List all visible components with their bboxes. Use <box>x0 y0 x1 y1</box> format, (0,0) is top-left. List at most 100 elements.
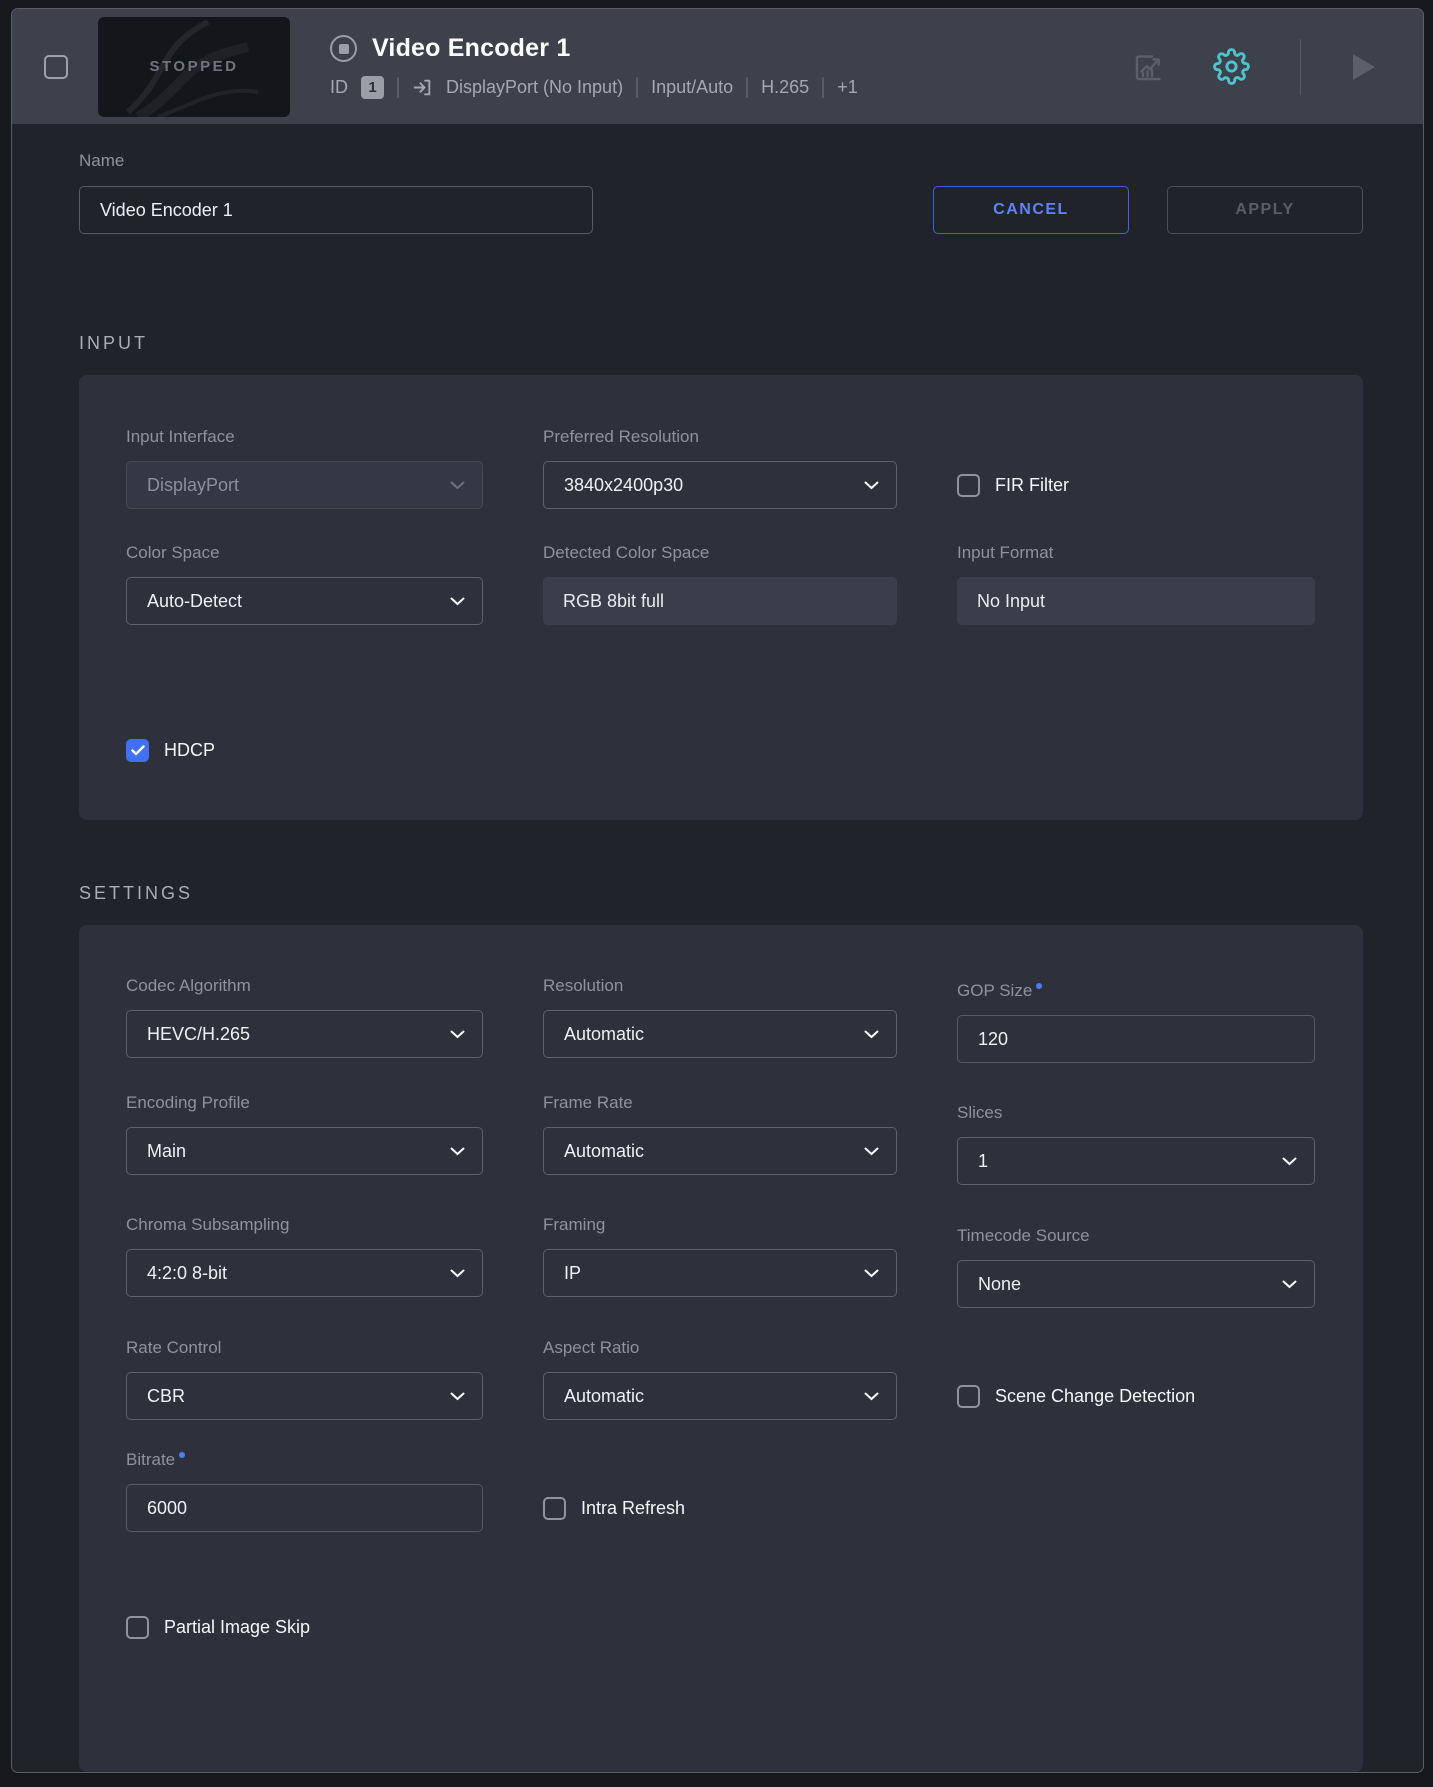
resolution-select[interactable]: Automatic <box>543 1010 897 1058</box>
status-badge: STOPPED <box>150 58 239 75</box>
slices-label: Slices <box>957 1103 1315 1123</box>
rate-control-select[interactable]: CBR <box>126 1372 483 1420</box>
codec-label: H.265 <box>761 77 809 98</box>
settings-card: Codec Algorithm HEVC/H.265 Resolution Au… <box>79 925 1363 1772</box>
timecode-source-select[interactable]: None <box>957 1260 1315 1308</box>
intra-refresh-checkbox[interactable] <box>543 1497 566 1520</box>
page-title: Video Encoder 1 <box>372 34 570 63</box>
input-interface-field: Input Interface DisplayPort <box>126 427 483 509</box>
rate-control-field: Rate Control CBR <box>126 1338 483 1420</box>
preferred-resolution-field: Preferred Resolution 3840x2400p30 <box>543 427 897 509</box>
name-label: Name <box>79 151 593 171</box>
gop-size-label: GOP Size <box>957 981 1315 1001</box>
input-format-label: Input Format <box>957 543 1315 563</box>
bitrate-label: Bitrate <box>126 1450 483 1470</box>
resolution-label: Resolution <box>543 976 897 996</box>
encoder-select-checkbox[interactable] <box>44 55 68 79</box>
input-format-field: Input Format No Input <box>957 543 1315 625</box>
partial-image-skip-field: Partial Image Skip <box>126 1616 1316 1639</box>
timecode-source-field: Timecode Source None <box>957 1226 1315 1308</box>
play-icon[interactable] <box>1353 54 1375 80</box>
meta-separator <box>822 77 824 98</box>
codec-algorithm-field: Codec Algorithm HEVC/H.265 <box>126 976 483 1058</box>
frame-rate-field: Frame Rate Automatic <box>543 1093 897 1175</box>
chevron-down-icon <box>450 1392 465 1401</box>
frame-rate-label: Frame Rate <box>543 1093 897 1113</box>
input-interface-label: Input Interface <box>126 427 483 447</box>
mode-label: Input/Auto <box>651 77 733 98</box>
stats-chart-icon[interactable] <box>1131 49 1167 85</box>
cancel-button[interactable]: CANCEL <box>933 186 1129 234</box>
frame-rate-select[interactable]: Automatic <box>543 1127 897 1175</box>
codec-algorithm-label: Codec Algorithm <box>126 976 483 996</box>
apply-button[interactable]: APPLY <box>1167 186 1363 234</box>
form-actions: CANCEL APPLY <box>933 186 1363 234</box>
hdcp-field: HDCP <box>126 739 1316 762</box>
detected-color-space-value: RGB 8bit full <box>543 577 897 625</box>
aspect-ratio-label: Aspect Ratio <box>543 1338 897 1358</box>
input-source-label: DisplayPort (No Input) <box>446 77 623 98</box>
partial-image-skip-label: Partial Image Skip <box>164 1617 310 1638</box>
bitrate-input[interactable] <box>126 1484 483 1532</box>
framing-label: Framing <box>543 1215 897 1235</box>
framing-select[interactable]: IP <box>543 1249 897 1297</box>
preferred-resolution-select[interactable]: 3840x2400p30 <box>543 461 897 509</box>
aspect-ratio-field: Aspect Ratio Automatic <box>543 1338 897 1420</box>
preferred-resolution-label: Preferred Resolution <box>543 427 897 447</box>
chevron-down-icon <box>864 1269 879 1278</box>
meta-separator <box>397 77 399 98</box>
encoding-profile-field: Encoding Profile Main <box>126 1093 483 1175</box>
scene-change-detection-field: Scene Change Detection <box>957 1385 1315 1408</box>
detected-color-space-label: Detected Color Space <box>543 543 897 563</box>
id-label: ID <box>330 77 348 98</box>
chevron-down-icon <box>450 1147 465 1156</box>
name-field-group: Name <box>79 151 593 234</box>
header-actions <box>1131 39 1375 95</box>
gop-size-input[interactable] <box>957 1015 1315 1063</box>
stop-circle-icon <box>330 35 357 62</box>
id-badge: 1 <box>361 76 384 99</box>
settings-section-title: SETTINGS <box>79 883 1423 904</box>
encoder-meta: ID 1 DisplayPort (No Input) Input/Auto H… <box>330 76 858 99</box>
framing-field: Framing IP <box>543 1215 897 1297</box>
chroma-subsampling-label: Chroma Subsampling <box>126 1215 483 1235</box>
color-space-label: Color Space <box>126 543 483 563</box>
preview-thumbnail: STOPPED <box>98 17 290 117</box>
resolution-field: Resolution Automatic <box>543 976 897 1058</box>
chroma-subsampling-select[interactable]: 4:2:0 8-bit <box>126 1249 483 1297</box>
chevron-down-icon <box>864 1147 879 1156</box>
meta-separator <box>746 77 748 98</box>
encoder-detail-panel: STOPPED Video Encoder 1 ID 1 DisplayPor <box>11 8 1424 1773</box>
hdcp-checkbox[interactable] <box>126 739 149 762</box>
color-space-field: Color Space Auto-Detect <box>126 543 483 625</box>
scene-change-detection-label: Scene Change Detection <box>995 1386 1195 1407</box>
chroma-subsampling-field: Chroma Subsampling 4:2:0 8-bit <box>126 1215 483 1297</box>
detected-color-space-field: Detected Color Space RGB 8bit full <box>543 543 897 625</box>
encoding-profile-select[interactable]: Main <box>126 1127 483 1175</box>
header-divider <box>1300 39 1301 95</box>
color-space-select[interactable]: Auto-Detect <box>126 577 483 625</box>
input-card: Input Interface DisplayPort Preferred Re… <box>79 375 1363 820</box>
chevron-down-icon <box>864 481 879 490</box>
chevron-down-icon <box>1282 1157 1297 1166</box>
modified-dot <box>179 1452 185 1458</box>
fir-filter-checkbox[interactable] <box>957 474 980 497</box>
intra-refresh-field: Intra Refresh <box>543 1497 897 1520</box>
rate-control-label: Rate Control <box>126 1338 483 1358</box>
scene-change-detection-checkbox[interactable] <box>957 1385 980 1408</box>
aspect-ratio-select[interactable]: Automatic <box>543 1372 897 1420</box>
chevron-down-icon <box>450 1269 465 1278</box>
gear-icon[interactable] <box>1213 48 1250 85</box>
encoder-form: Name CANCEL APPLY INPUT Input Interface … <box>12 124 1423 1772</box>
partial-image-skip-checkbox[interactable] <box>126 1616 149 1639</box>
name-input[interactable] <box>79 186 593 234</box>
fir-filter-field: FIR Filter <box>957 474 1315 497</box>
chevron-down-icon <box>450 1030 465 1039</box>
encoding-profile-label: Encoding Profile <box>126 1093 483 1113</box>
gop-size-field: GOP Size <box>957 981 1315 1063</box>
slices-select[interactable]: 1 <box>957 1137 1315 1185</box>
more-count-label: +1 <box>837 77 858 98</box>
chevron-down-icon <box>450 597 465 606</box>
title-block: Video Encoder 1 ID 1 DisplayPort (No Inp… <box>330 34 858 99</box>
codec-algorithm-select[interactable]: HEVC/H.265 <box>126 1010 483 1058</box>
